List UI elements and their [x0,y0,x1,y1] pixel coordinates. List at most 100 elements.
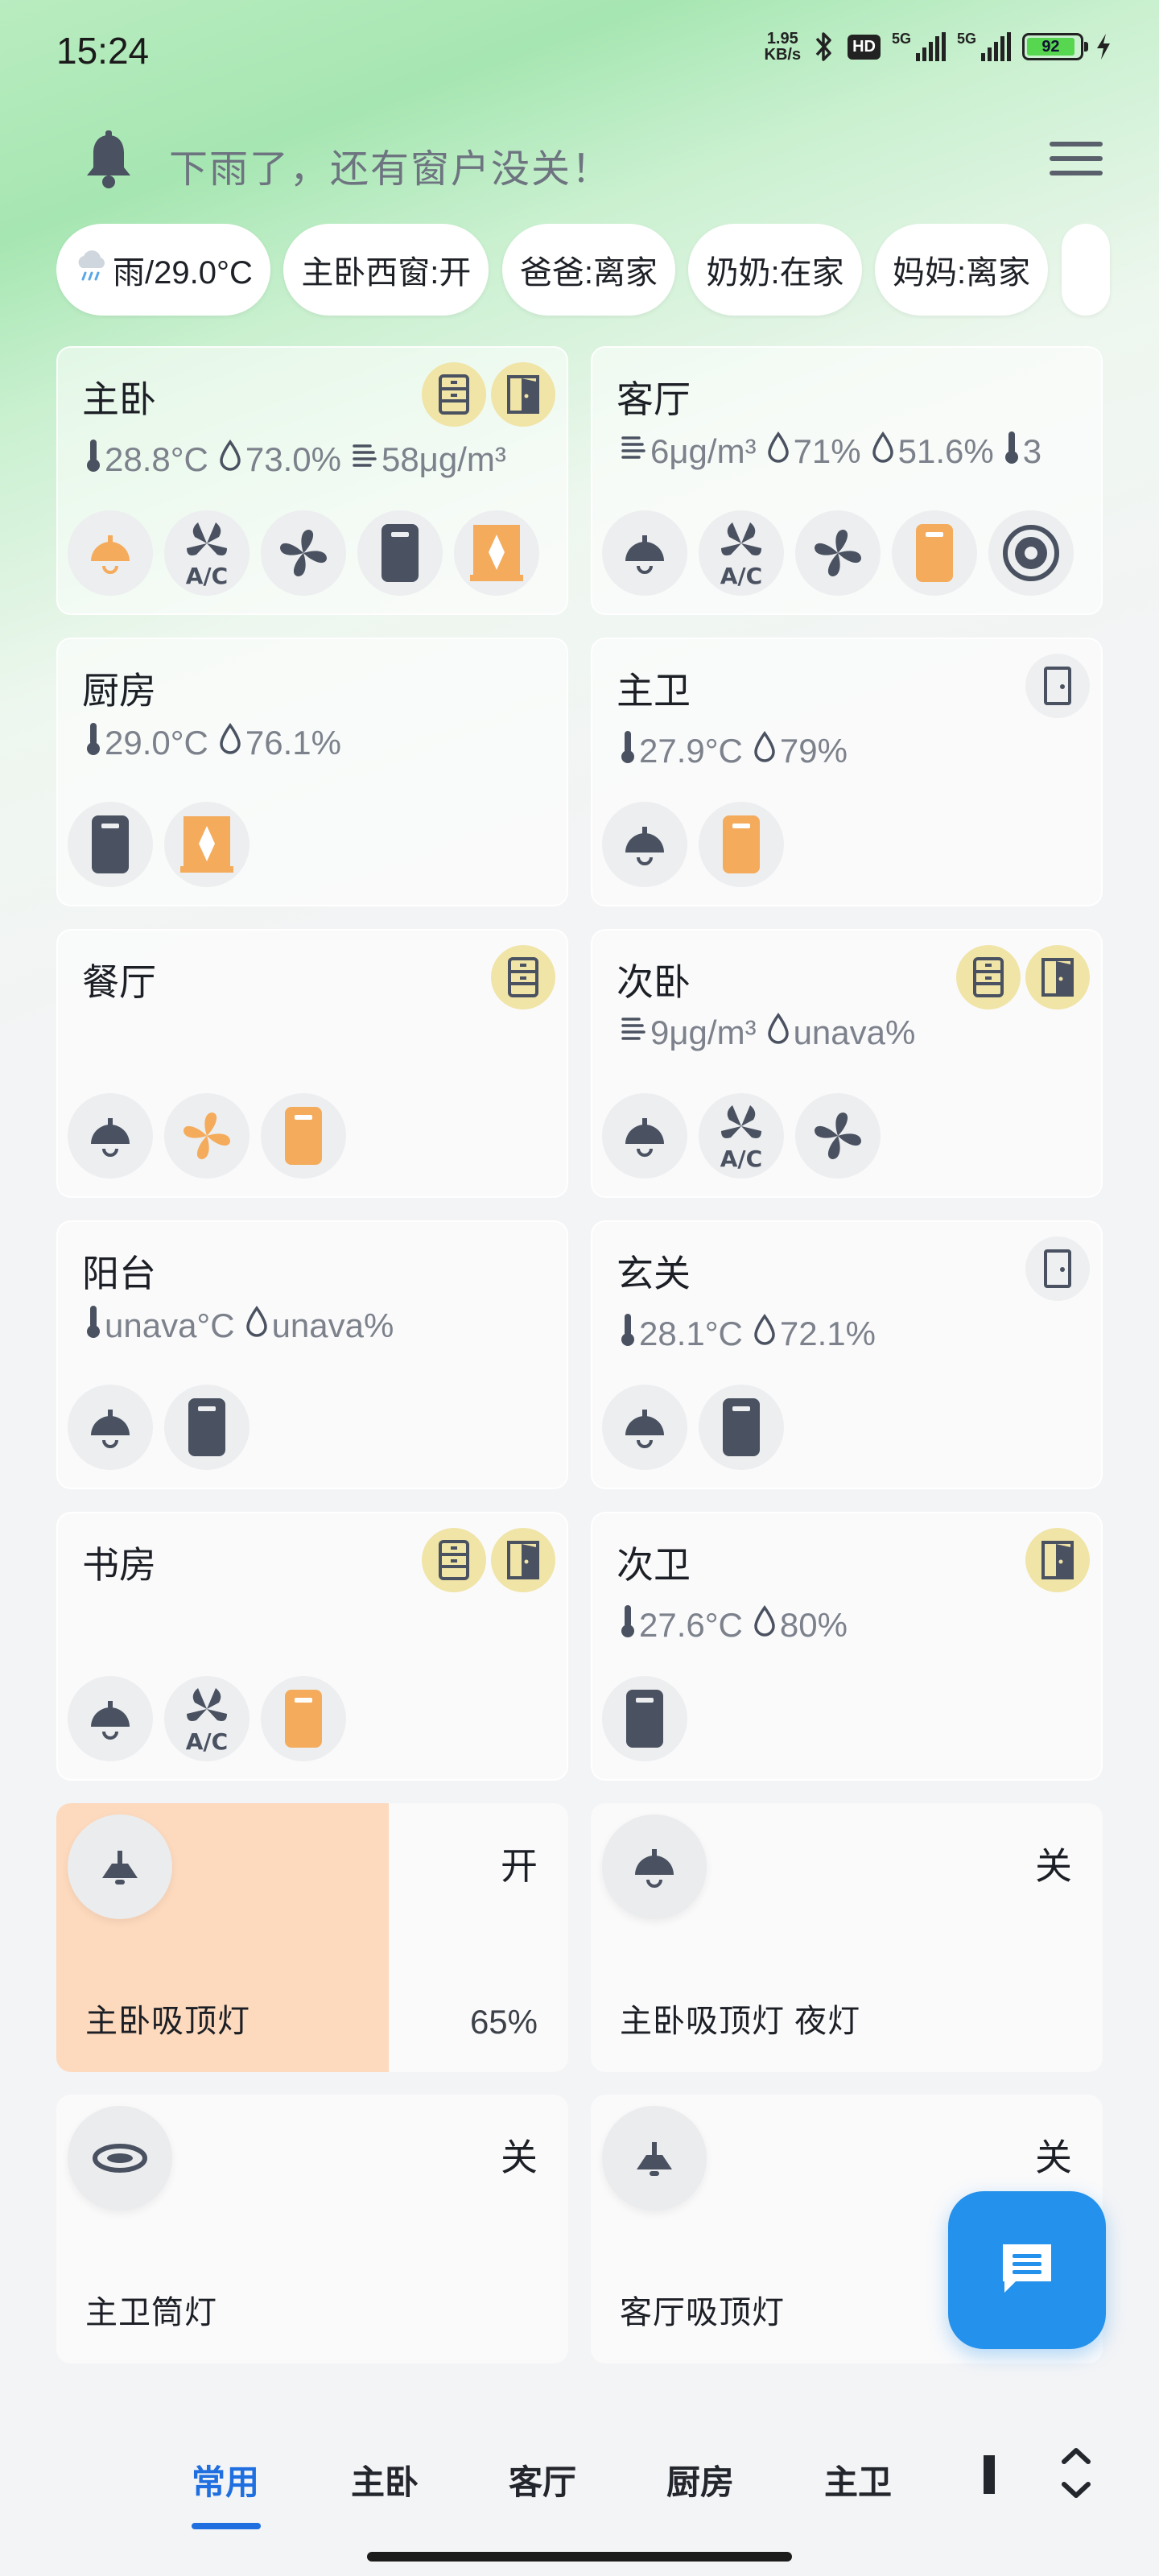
room-card[interactable]: 玄关 28.1°C 72.1% [591,1220,1103,1489]
tab-master-bathroom[interactable]: 主卫 [824,2455,892,2504]
purifier-icon[interactable] [699,802,784,887]
ceiling-light-icon[interactable] [68,1093,153,1179]
ceiling-light-icon[interactable] [602,1814,707,1919]
clock: 15:24 [56,30,150,72]
bell-icon[interactable] [80,130,137,196]
light-card[interactable]: 关 主卫筒灯 [56,2095,568,2363]
ceiling-light-icon[interactable] [602,802,687,887]
purifier-icon[interactable] [261,1676,346,1761]
room-name: 次卧 [617,961,691,1003]
heater-icon[interactable] [164,802,250,887]
light-card[interactable]: 关 主卧吸顶灯 夜灯 [591,1803,1103,2072]
humidity-value: unava% [793,1013,916,1051]
downlight-icon[interactable] [68,2106,172,2211]
expand-collapse-icon[interactable] [1056,2441,1096,2509]
chat-icon [995,2236,1059,2305]
door-open-icon[interactable] [491,362,555,427]
chip-person[interactable]: 爸爸:离家 [501,224,676,316]
purifier-icon[interactable] [892,510,977,596]
heater-icon[interactable] [454,510,539,596]
chip-window[interactable]: 主卧西窗:开 [283,224,489,316]
room-card[interactable]: 餐厅 [56,929,568,1198]
room-card[interactable]: 次卫 27.6°C 80% [591,1512,1103,1781]
light-state: 关 [1035,2136,1072,2178]
door-closed-icon[interactable] [1025,1236,1090,1301]
tab-common[interactable]: 常用 [192,2455,259,2504]
cabinet-icon[interactable] [491,945,555,1009]
room-card[interactable]: 阳台 unava°C unava% [56,1220,568,1489]
svg-text:A/C: A/C [186,563,228,587]
network-speed-value: 1.95 [766,30,798,47]
home-indicator[interactable] [367,2552,792,2562]
air-conditioner-icon[interactable]: A/C [164,1676,250,1761]
tab-kitchen[interactable]: 厨房 [666,2455,734,2504]
fan-icon[interactable] [795,1093,881,1179]
purifier-icon[interactable] [164,1385,250,1470]
ceiling-light-icon[interactable] [68,510,153,596]
light-name: 主卧吸顶灯 [85,2004,250,2039]
fan-icon[interactable] [164,1093,250,1179]
humidity-value: 73.0% [245,440,341,478]
door-open-icon[interactable] [1025,945,1090,1009]
ceiling-light-icon[interactable] [68,1676,153,1761]
purifier-icon[interactable] [261,1093,346,1179]
ceiling-light-icon[interactable] [602,510,687,596]
room-card[interactable]: 厨房 29.0°C 76.1% [56,638,568,906]
room-name: 阳台 [82,1253,156,1294]
humidity-icon [753,1314,777,1354]
pm25-icon [351,440,378,480]
ceiling-light-icon[interactable] [68,1385,153,1470]
room-card[interactable]: 主卫 27.9°C 79% [591,638,1103,906]
tab-overflow[interactable]: ▌ [984,2455,995,2494]
light-name: 客厅吸顶灯 [620,2295,785,2330]
thermometer-icon [620,729,636,773]
cabinet-icon[interactable] [422,362,486,427]
robot-vacuum-icon[interactable] [988,510,1074,596]
chat-fab-button[interactable] [948,2191,1106,2349]
light-card[interactable]: 开 主卧吸顶灯 65% [56,1803,568,2072]
humidity-icon [245,1306,269,1346]
purifier-icon[interactable] [68,802,153,887]
cabinet-icon[interactable] [956,945,1021,1009]
purifier-icon[interactable] [699,1385,784,1470]
menu-icon[interactable] [1050,138,1103,179]
thermometer-icon [85,1304,101,1348]
temperature-value: 28.1°C [639,1315,743,1352]
humidity-value: 72.1% [779,1315,876,1352]
room-card[interactable]: 主卧 28.8°C 73.0% 58μg/m³ A/C [56,346,568,615]
humidity-icon [871,431,895,472]
air-conditioner-icon[interactable]: A/C [699,510,784,596]
fan-icon[interactable] [795,510,881,596]
purifier-icon[interactable] [357,510,443,596]
tab-master-bedroom[interactable]: 主卧 [351,2455,419,2504]
chip-person[interactable]: 奶奶:在家 [688,224,862,316]
room-card[interactable]: 客厅 6μg/m³ 71% 51.6% 3 A/C [591,346,1103,615]
pm25-value: 9μg/m³ [650,1013,757,1051]
temperature-value: 27.9°C [639,732,743,770]
ceiling-light-icon[interactable] [602,1385,687,1470]
ceiling-light-icon[interactable] [602,2106,707,2211]
light-name: 主卫筒灯 [85,2295,217,2330]
ceiling-light-icon[interactable] [68,1814,172,1919]
room-card[interactable]: 次卧 9μg/m³ unava% A/C [591,929,1103,1198]
fan-icon[interactable] [261,510,346,596]
thermometer-icon [620,1312,636,1356]
chip-more[interactable] [1061,224,1110,316]
chip-weather[interactable]: 雨/29.0°C [56,224,270,316]
door-closed-icon[interactable] [1025,654,1090,718]
room-card[interactable]: 书房 A/C [56,1512,568,1781]
bluetooth-icon [812,31,836,63]
tab-living-room[interactable]: 客厅 [509,2455,576,2504]
purifier-icon[interactable] [602,1676,687,1761]
door-open-icon[interactable] [1025,1528,1090,1592]
door-open-icon[interactable] [491,1528,555,1592]
network-speed-unit: KB/s [764,46,802,64]
ceiling-light-icon[interactable] [602,1093,687,1179]
room-name: 厨房 [82,670,156,712]
rain-cloud-icon [74,249,109,291]
chip-person[interactable]: 妈妈:离家 [875,224,1049,316]
cabinet-icon[interactable] [422,1528,486,1592]
air-conditioner-icon[interactable]: A/C [699,1093,784,1179]
air-conditioner-icon[interactable]: A/C [164,510,250,596]
status-icons: 1.95 KB/s HD 5G 5G 92 [765,31,1113,63]
